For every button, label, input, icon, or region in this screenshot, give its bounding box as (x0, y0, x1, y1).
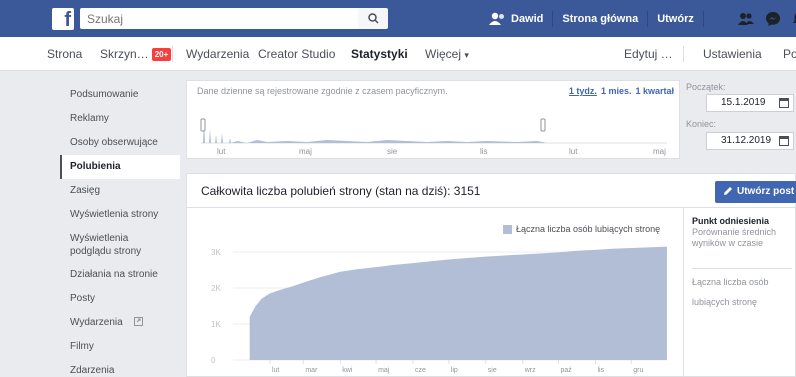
tab-more-label: Więcej (425, 47, 462, 61)
calendar-icon[interactable] (779, 136, 789, 146)
timezone-note: Dane dzienne są rejestrowane zgodnie z c… (197, 86, 448, 96)
x-tick-label: lis (597, 367, 604, 374)
search-button[interactable] (358, 8, 388, 29)
tab-page[interactable]: Strona (47, 37, 82, 71)
tab-inbox[interactable]: Skrzyn… 20+ (100, 37, 172, 71)
y-tick-label: 1K (211, 320, 221, 329)
range-1-week-link[interactable]: 1 tydz. (569, 86, 597, 96)
y-tick-label: 3K (211, 248, 221, 257)
nav-divider (172, 46, 173, 62)
sidebar-item-events-label: Wydarzenia (70, 317, 123, 328)
tab-more[interactable]: Więcej ▾ (425, 37, 469, 71)
start-date-field[interactable]: 15.1.2019 (706, 94, 794, 112)
calendar-icon[interactable] (779, 98, 789, 108)
sidebar-item-posts[interactable]: Posty (60, 287, 180, 311)
timeline-month-label: maj (299, 147, 312, 156)
start-date-value: 15.1.2019 (721, 97, 766, 108)
sidebar-item-overview[interactable]: Podsumowanie (60, 83, 180, 107)
external-link-icon (133, 317, 143, 326)
end-date-field[interactable]: 31.12.2019 (706, 132, 794, 150)
x-tick-label: gru (633, 367, 643, 374)
sidebar-item-events[interactable]: Wydarzenia (60, 311, 180, 335)
likes-area-series (249, 246, 667, 360)
x-tick-label: sie (488, 367, 497, 374)
sidebar-item-likes[interactable]: Polubienia (60, 155, 180, 179)
x-tick-label: paź (561, 367, 573, 374)
range-end-handle[interactable] (540, 118, 546, 132)
timeline-month-label: lut (217, 147, 226, 156)
home-link[interactable]: Strona główna (553, 0, 647, 37)
x-tick-label: kwi (342, 367, 353, 374)
inbox-count-badge: 20+ (151, 48, 172, 61)
nav-divider (683, 46, 684, 62)
insights-sidebar: Podsumowanie Reklamy Osoby obserwujące P… (60, 80, 180, 377)
notifications-icon[interactable] (792, 11, 796, 27)
likes-area-chart[interactable]: 0 1K 2K 3K lut mar kwi maj cze lip sie wrz paź lis gru… (187, 234, 683, 377)
y-tick-label: 2K (211, 284, 221, 293)
user-avatar-icon (489, 12, 504, 25)
sidebar-item-page-views[interactable]: Wyświetlenia strony (60, 203, 180, 227)
timeline-month-label: maj (653, 147, 666, 156)
timeline-month-label: lis (480, 147, 488, 156)
sidebar-item-followers[interactable]: Osoby obserwujące (60, 131, 180, 155)
timeline-month-label: sie (387, 147, 398, 156)
end-date-label: Koniec: (686, 119, 717, 129)
settings-link[interactable]: Ustawienia (703, 37, 762, 71)
range-start-handle[interactable] (200, 118, 206, 132)
x-tick-label: lip (451, 367, 458, 374)
date-range-timeline: Dane dzienne są rejestrowane zgodnie z c… (186, 80, 680, 159)
range-quarter-link[interactable]: 1 kwartał (635, 86, 674, 96)
edit-page-info-link[interactable]: Edytuj … (624, 37, 673, 71)
search-icon (367, 13, 379, 24)
create-post-button[interactable]: Utwórz post (715, 181, 796, 203)
page-title: Całkowita liczba polubień strony (stan n… (201, 184, 481, 198)
chevron-down-icon: ▾ (464, 50, 469, 60)
tab-events[interactable]: Wydarzenia (186, 37, 249, 71)
card-header: Całkowita liczba polubień strony (stan n… (187, 174, 796, 208)
chart-legend[interactable]: Łączna liczba osób lubiących stronę (503, 224, 660, 234)
x-tick-label: mar (305, 367, 318, 374)
x-tick-label: cze (415, 367, 426, 374)
legend-label: Łączna liczba osób lubiących stronę (516, 224, 661, 234)
create-post-label: Utwórz post (737, 186, 795, 197)
benchmark-panel: Punkt odniesienia Porównanie średnich wy… (683, 208, 796, 377)
x-tick-label: maj (378, 367, 390, 374)
sidebar-item-ads[interactable]: Reklamy (60, 107, 180, 131)
benchmark-divider (692, 268, 792, 269)
sidebar-item-stories[interactable]: Zdarzenia (60, 359, 180, 377)
x-tick-label: wrz (524, 367, 536, 374)
profile-name: Dawid (511, 12, 544, 25)
page-nav: Strona Skrzyn… 20+ Wydarzenia Creator Stu… (0, 37, 796, 71)
facebook-logo-icon[interactable]: f (52, 8, 74, 31)
sidebar-item-page-previews[interactable]: Wyświetlenia podglądu strony (60, 227, 152, 263)
range-1-month-link[interactable]: 1 mies. (601, 86, 632, 96)
help-link[interactable]: Pomoc (783, 37, 796, 71)
start-date-label: Początek: (686, 82, 726, 92)
friend-requests-icon[interactable] (738, 12, 754, 26)
timeline-month-label: lut (569, 147, 578, 156)
sidebar-item-reach[interactable]: Zasięg (60, 179, 180, 203)
y-tick-label: 0 (211, 356, 216, 365)
benchmark-metric[interactable]: Łączna liczba osób lubiących stronę (692, 272, 796, 312)
tab-inbox-label: Skrzyn… (100, 47, 149, 61)
profile-link[interactable]: Dawid (480, 0, 552, 37)
sidebar-item-videos[interactable]: Filmy (60, 335, 180, 359)
benchmark-subtitle: Porównanie średnich wyników w czasie (692, 227, 777, 248)
nav-divider (702, 10, 704, 27)
timeline-sparkline (200, 117, 667, 144)
search-box[interactable] (80, 8, 358, 29)
pencil-icon (724, 187, 732, 195)
sidebar-item-actions-on-page[interactable]: Działania na stronie (60, 263, 180, 287)
top-bar: f Dawid Strona główna Utwórz ? (0, 0, 796, 37)
x-tick-label: lut (272, 367, 279, 374)
benchmark-title: Punkt odniesienia (692, 216, 770, 226)
end-date-value: 31.12.2019 (721, 135, 772, 146)
messenger-icon[interactable] (765, 11, 781, 27)
search-input[interactable] (80, 8, 358, 29)
tab-creator-studio[interactable]: Creator Studio (258, 37, 335, 71)
legend-swatch (503, 224, 512, 234)
create-link[interactable]: Utwórz (648, 0, 703, 37)
likes-chart-card: Całkowita liczba polubień strony (stan n… (186, 173, 796, 377)
tab-insights[interactable]: Statystyki (351, 37, 408, 71)
